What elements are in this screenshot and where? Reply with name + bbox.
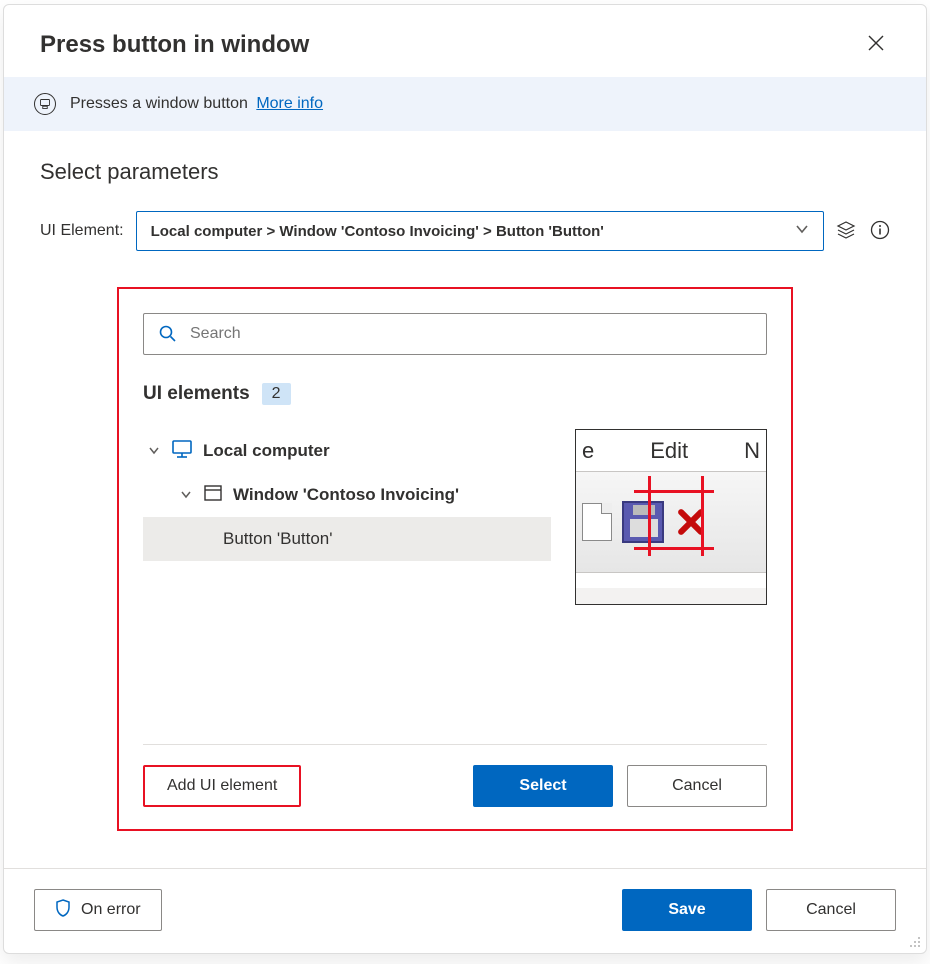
preview-menu-bar: e Edit N <box>576 430 766 472</box>
ui-elements-label: UI elements <box>143 383 250 405</box>
popup-footer: Add UI element Select Cancel <box>143 744 767 829</box>
tree-node-button-label: Button 'Button' <box>223 529 333 549</box>
info-banner: Presses a window button More info <box>4 77 926 131</box>
close-icon <box>868 35 884 51</box>
layers-icon[interactable] <box>836 220 856 243</box>
ui-element-label: UI Element: <box>40 222 124 240</box>
dialog-header: Press button in window <box>4 5 926 77</box>
on-error-button[interactable]: On error <box>34 889 162 931</box>
add-ui-element-button[interactable]: Add UI element <box>143 765 301 807</box>
preview-toolbar <box>576 472 766 572</box>
shield-icon <box>55 899 71 922</box>
search-input[interactable] <box>188 324 752 344</box>
ui-elements-header: UI elements 2 <box>143 383 767 405</box>
dialog-press-button-in-window: Press button in window Presses a window … <box>3 4 927 954</box>
info-icon[interactable] <box>870 220 890 243</box>
resize-grip[interactable] <box>908 935 922 949</box>
action-icon <box>34 93 56 115</box>
preview-menu-left: e <box>582 438 594 464</box>
ui-element-row: UI Element: Local computer > Window 'Con… <box>40 211 890 251</box>
chevron-down-icon <box>179 489 193 501</box>
select-button[interactable]: Select <box>473 765 613 807</box>
info-text: Presses a window button More info <box>70 95 323 113</box>
info-text-content: Presses a window button <box>70 95 248 112</box>
cancel-button[interactable]: Cancel <box>766 889 896 931</box>
save-button[interactable]: Save <box>622 889 752 931</box>
cancel-popup-button[interactable]: Cancel <box>627 765 767 807</box>
ui-elements-count: 2 <box>262 383 291 405</box>
tree-node-window-label: Window 'Contoso Invoicing' <box>233 485 459 505</box>
ui-element-picker-popup: UI elements 2 Local computer <box>117 287 793 831</box>
preview-menu-right: N <box>744 438 760 464</box>
preview-bottom-bar <box>576 572 766 588</box>
more-info-link[interactable]: More info <box>256 95 323 112</box>
dialog-title: Press button in window <box>40 31 858 59</box>
preview-menu-mid: Edit <box>650 438 688 464</box>
element-preview: e Edit N <box>575 429 767 605</box>
chevron-down-icon <box>147 445 161 457</box>
close-button[interactable] <box>858 29 894 61</box>
save-floppy-icon <box>622 501 664 543</box>
on-error-label: On error <box>81 901 141 919</box>
chevron-down-icon <box>795 222 809 240</box>
section-title: Select parameters <box>40 159 890 185</box>
row-icons <box>836 220 890 243</box>
computer-icon <box>171 438 193 465</box>
window-icon <box>203 483 223 508</box>
search-icon <box>158 324 176 345</box>
search-box[interactable] <box>143 313 767 355</box>
ui-element-dropdown[interactable]: Local computer > Window 'Contoso Invoici… <box>136 211 824 251</box>
ui-element-tree: Local computer Window 'Contoso Invoicing… <box>143 429 551 561</box>
tree-and-preview: Local computer Window 'Contoso Invoicing… <box>143 429 767 744</box>
tree-node-computer[interactable]: Local computer <box>143 429 551 473</box>
tree-node-button-selected[interactable]: Button 'Button' <box>143 517 551 561</box>
ui-element-value: Local computer > Window 'Contoso Invoici… <box>151 223 604 240</box>
dialog-body: Select parameters UI Element: Local comp… <box>4 131 926 868</box>
tree-node-computer-label: Local computer <box>203 441 330 461</box>
delete-x-icon <box>674 505 708 539</box>
document-icon <box>582 503 612 541</box>
tree-node-window[interactable]: Window 'Contoso Invoicing' <box>143 473 551 517</box>
dialog-footer: On error Save Cancel <box>4 868 926 953</box>
